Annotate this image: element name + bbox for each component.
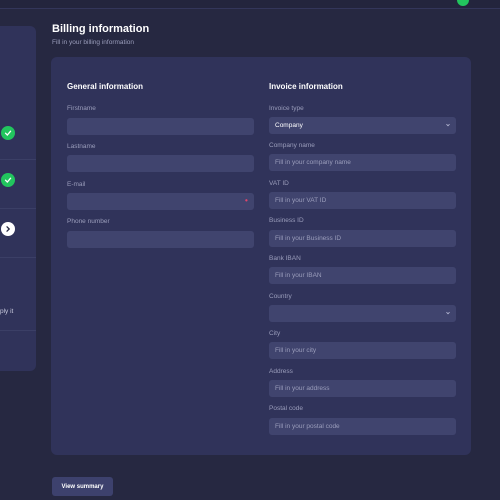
general-section-title: General information: [67, 82, 144, 91]
invoice-section-title: Invoice information: [269, 82, 343, 91]
billing-form-card: General information Firstname Lastname E…: [51, 57, 471, 455]
firstname-input[interactable]: [67, 118, 254, 135]
top-bar: [0, 0, 500, 9]
step-complete-icon: [1, 126, 15, 140]
phone-input[interactable]: [67, 231, 254, 248]
step-current-arrow-icon[interactable]: [1, 222, 15, 236]
invoice-type-value: Company: [275, 122, 303, 129]
step-partial-text: ply it: [0, 308, 14, 315]
postal-code-input[interactable]: Fill in your postal code: [269, 418, 456, 435]
email-input[interactable]: •: [67, 193, 254, 210]
company-name-label: Company name: [269, 142, 315, 149]
bank-iban-input[interactable]: Fill in your IBAN: [269, 267, 456, 284]
step-divider: [0, 257, 36, 258]
address-label: Address: [269, 368, 293, 375]
phone-label: Phone number: [67, 218, 110, 225]
city-label: City: [269, 330, 281, 337]
business-id-input[interactable]: Fill in your Business ID: [269, 230, 456, 247]
page-title: Billing information: [52, 23, 150, 35]
step-divider: [0, 159, 36, 160]
country-select[interactable]: [269, 305, 456, 322]
view-summary-button[interactable]: View summary: [52, 477, 113, 496]
vat-id-input[interactable]: Fill in your VAT ID: [269, 192, 456, 209]
error-icon: •: [245, 196, 248, 205]
bank-iban-label: Bank IBAN: [269, 255, 301, 262]
lastname-input[interactable]: [67, 155, 254, 172]
address-input[interactable]: Fill in your address: [269, 380, 456, 397]
invoice-type-label: Invoice type: [269, 105, 304, 112]
step-complete-icon: [1, 173, 15, 187]
chevron-down-icon: [446, 311, 450, 315]
chevron-down-icon: [446, 123, 450, 127]
page-subtitle: Fill in your billing information: [52, 39, 135, 46]
step-divider: [0, 330, 36, 331]
postal-code-label: Postal code: [269, 405, 303, 412]
lastname-label: Lastname: [67, 143, 96, 150]
steps-panel: ply it: [0, 26, 36, 371]
step-divider: [0, 208, 36, 209]
country-label: Country: [269, 293, 292, 300]
business-id-label: Business ID: [269, 217, 304, 224]
vat-id-label: VAT ID: [269, 180, 289, 187]
firstname-label: Firstname: [67, 105, 96, 112]
city-input[interactable]: Fill in your city: [269, 342, 456, 359]
company-name-input[interactable]: Fill in your company name: [269, 154, 456, 171]
email-label: E-mail: [67, 181, 86, 188]
invoice-type-select[interactable]: Company: [269, 117, 456, 134]
status-dot-icon: [457, 0, 469, 6]
